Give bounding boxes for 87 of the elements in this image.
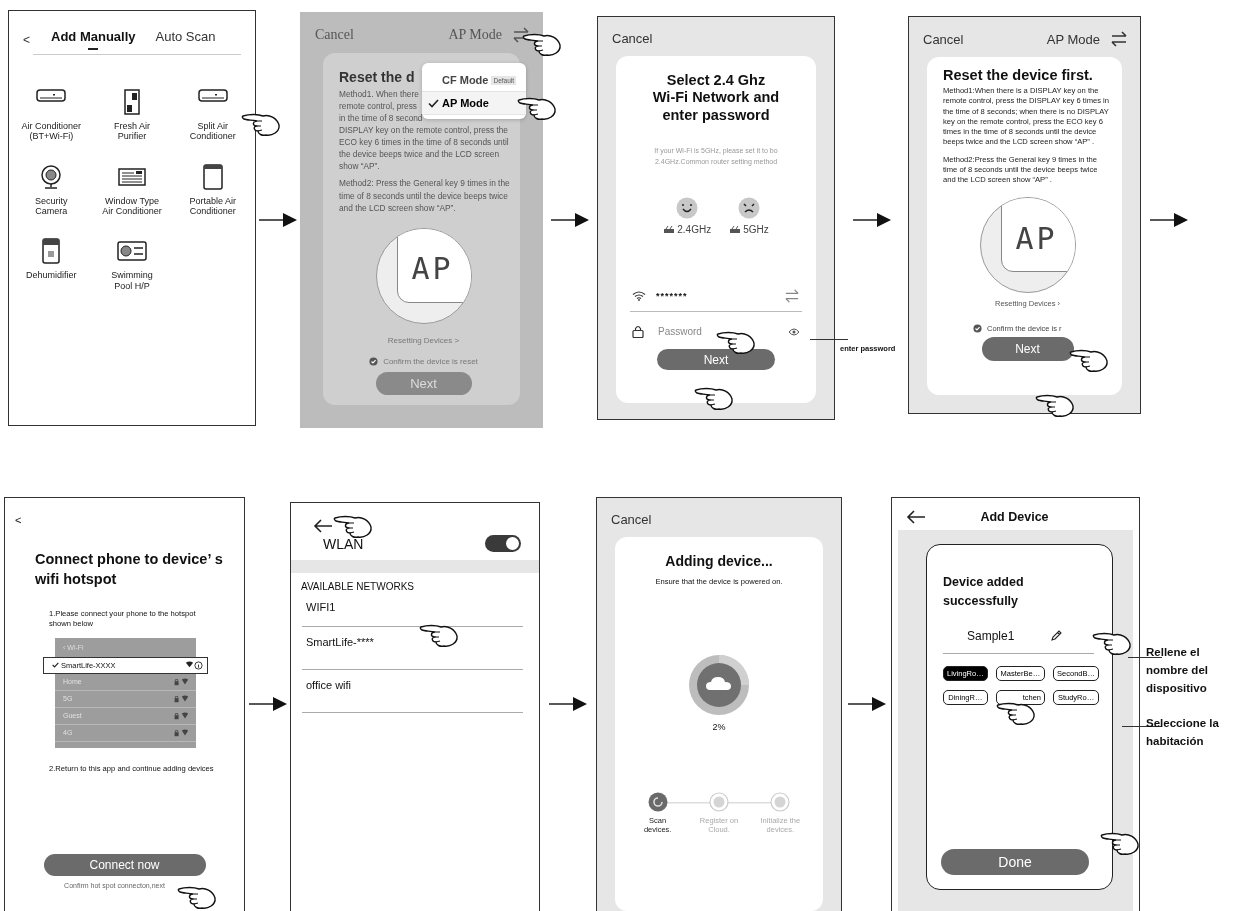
instruction-text: and the LCD screen show “AP”.: [339, 201, 456, 214]
lock-icon: [632, 325, 644, 339]
mode-label: AP Mode: [448, 27, 502, 43]
progress-percent: 2%: [712, 722, 726, 732]
right-arrow-icon: [1149, 212, 1188, 228]
back-arrow-icon[interactable]: [906, 510, 926, 524]
cancel-link[interactable]: Cancel: [611, 512, 652, 527]
done-button[interactable]: Done: [941, 849, 1089, 875]
right-arrow-icon: [248, 696, 287, 712]
device-label[interactable]: Dehumidifier: [26, 270, 77, 281]
cloud-progress-drawing: [688, 654, 750, 716]
cancel-link[interactable]: Cancel: [923, 31, 964, 47]
lock-wifi-icon: [172, 677, 190, 686]
network-field[interactable]: *******: [630, 283, 802, 313]
menu-item[interactable]: AP Mode: [422, 92, 526, 115]
right-arrow-icon: [549, 696, 587, 712]
swap-arrows-icon[interactable]: [1110, 31, 1128, 47]
wifi-info-icon: [185, 660, 203, 670]
connect-now-button[interactable]: Connect now: [43, 853, 206, 876]
device-label[interactable]: Portable Air Conditioner: [189, 195, 236, 217]
checkmark-icon: [52, 662, 59, 669]
mode-label: AP Mode: [1046, 31, 1100, 47]
next-button[interactable]: Next: [657, 349, 775, 371]
checkmark-icon: [428, 98, 439, 108]
back-arrow-icon[interactable]: [313, 519, 333, 533]
lock-wifi-icon: [172, 728, 190, 737]
wlan-toggle[interactable]: [485, 535, 521, 552]
page-title: WLAN: [323, 535, 364, 552]
lock-wifi-icon: [172, 711, 190, 720]
pencil-icon[interactable]: [1050, 629, 1063, 642]
band-label: 2.4GHz: [677, 224, 712, 236]
instruction-text: the device beeps twice and the LCD screen: [339, 148, 500, 161]
display-text: AP: [411, 251, 454, 287]
annotation-text: Rellene el nombre del dispositivo: [1146, 645, 1209, 696]
confirm-label: Confirm the device is reset: [383, 356, 478, 366]
annotation-text: Seleccione la habitación: [1146, 716, 1220, 749]
instruction-text: time of 8 seconds until the device beeps twice: [339, 189, 508, 202]
device-label[interactable]: Split Air Conditioner: [189, 121, 236, 142]
swap-arrows-icon: [784, 289, 800, 304]
right-arrow-icon: [551, 212, 589, 228]
instruction-text: DISPLAY key on the remote control, press the: [339, 124, 508, 137]
cancel-link[interactable]: Cancel: [315, 27, 354, 43]
device-label[interactable]: Security Camera: [35, 195, 68, 217]
router-icon: [729, 225, 742, 235]
card-title: Device added successfully: [943, 574, 1025, 610]
menu-label: CF Mode: [442, 74, 489, 86]
card-title: Adding device...: [665, 553, 773, 569]
instruction-text: remote control, press: [339, 100, 417, 113]
card-title: Select 2.4 Ghz Wi-Fi Network and enter password: [651, 72, 781, 125]
device-name-field[interactable]: Sample1: [943, 610, 1094, 654]
tab[interactable]: Add Manually: [51, 27, 136, 52]
password-field[interactable]: Password: [654, 324, 778, 340]
check-circle-icon[interactable]: [369, 356, 379, 366]
right-arrow-icon: [852, 212, 891, 228]
right-arrow-icon: [259, 212, 297, 228]
tab[interactable]: Auto Scan: [155, 27, 216, 52]
card-title: Reset the device first.: [943, 67, 1094, 83]
instruction-text: ECO key 6 times in the time of 8 seconds until: [339, 136, 509, 149]
band-label: 5GHz: [743, 224, 769, 236]
device-label[interactable]: Air Conditioner (BT+Wi-Fi): [21, 121, 82, 142]
device-label[interactable]: Fresh Air Purifier: [114, 121, 150, 142]
instruction-text: Method1. When there: [339, 88, 419, 100]
page-title: Connect phone to device’ s wifi hotspot: [35, 550, 224, 589]
instruction-text: in the time of 8 second: [339, 112, 423, 125]
back-button[interactable]: <: [15, 514, 22, 526]
instruction-text: show “AP”.: [339, 160, 380, 173]
wifi-icon: [632, 291, 646, 302]
device-label[interactable]: Swimming Pool H/P: [111, 270, 153, 292]
page-title: Add Device: [979, 510, 1050, 524]
check-circle-icon[interactable]: [973, 324, 982, 334]
device-label[interactable]: Window Type Air Conditioner: [102, 195, 162, 217]
router-icon: [663, 225, 676, 235]
lock-wifi-icon: [172, 694, 190, 703]
eye-icon[interactable]: [788, 327, 800, 336]
display-text: AP: [1015, 220, 1058, 256]
swap-arrows-icon[interactable]: [512, 27, 530, 43]
smiley-face-icon: [676, 197, 699, 220]
section-header: AVAILABLE NETWORKS: [300, 580, 415, 592]
cancel-link[interactable]: Cancel: [612, 31, 653, 46]
back-button[interactable]: <: [23, 32, 51, 47]
sad-face-icon: [737, 197, 760, 220]
menu-label: AP Mode: [442, 97, 489, 109]
right-arrow-icon: [847, 696, 886, 712]
card-title: Reset the d: [339, 69, 415, 85]
next-button[interactable]: Next: [981, 337, 1074, 362]
network-item[interactable]: office wifi: [302, 670, 523, 713]
instruction-text: Method2: Press the General key 9 times in the: [339, 177, 510, 190]
